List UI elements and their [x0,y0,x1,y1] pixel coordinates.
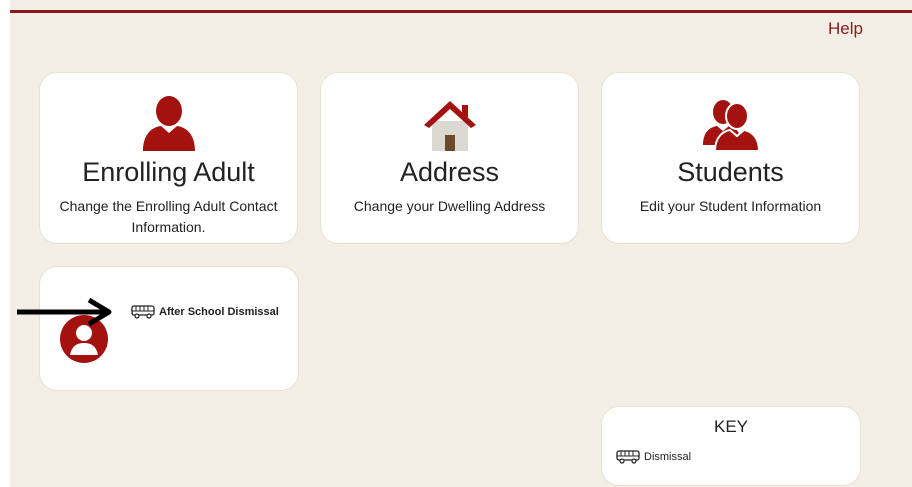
help-link[interactable]: Help [828,19,863,39]
address-tile[interactable]: Address Change your Dwelling Address [320,72,579,244]
key-title: KEY [713,417,749,436]
people-icon [602,95,859,151]
tile-description: Change the Enrolling Adult Contact Infor… [59,198,278,235]
top-accent-bar [10,10,912,13]
tile-title: Students [677,157,784,187]
enrolling-adult-tile[interactable]: Enrolling Adult Change the Enrolling Adu… [39,72,298,244]
key-card: KEY Dismissal [601,406,861,486]
key-item-dismissal: Dismissal [616,450,691,464]
person-icon [40,95,297,151]
bus-icon [131,305,155,319]
bus-icon [616,450,640,464]
tile-description: Edit your Student Information [639,198,822,214]
tile-description: Change your Dwelling Address [353,198,546,214]
after-school-dismissal-link[interactable]: After School Dismissal [131,305,279,319]
students-tile[interactable]: Students Edit your Student Information [601,72,860,244]
house-icon [321,95,578,151]
tile-title: Enrolling Adult [82,157,255,187]
key-item-label: Dismissal [644,451,692,463]
link-label: After School Dismissal [159,306,279,318]
arrow-annotation [17,297,112,327]
student-card: After School Dismissal [39,266,299,391]
tile-title: Address [399,157,500,187]
